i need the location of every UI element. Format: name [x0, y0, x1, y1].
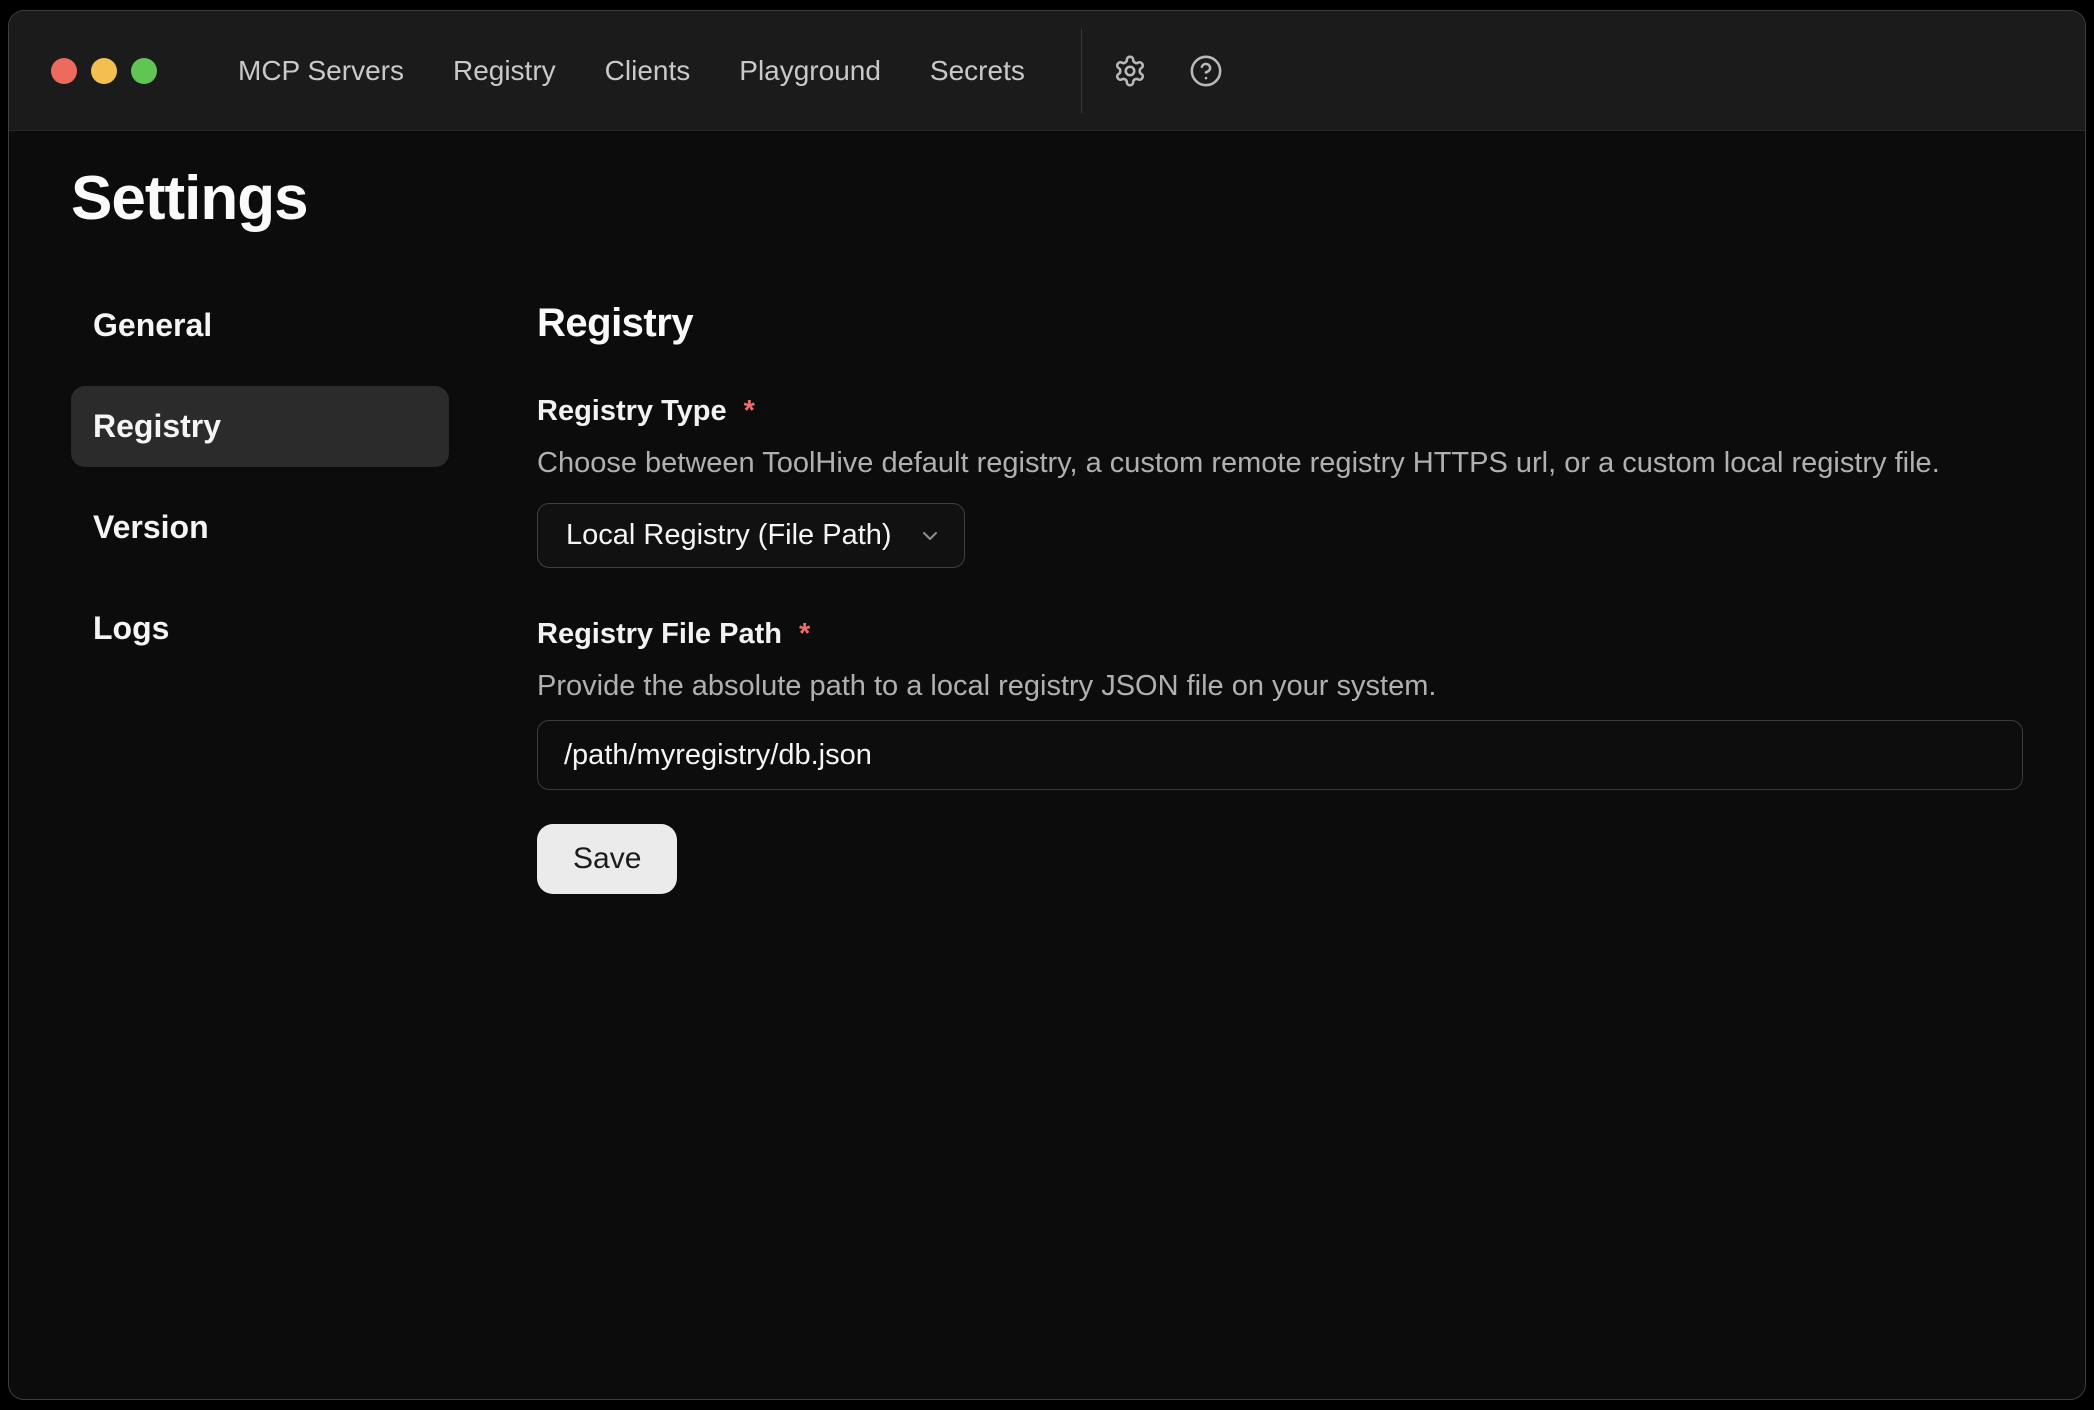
sidebar-item-registry[interactable]: Registry — [71, 386, 449, 467]
help-icon — [1189, 54, 1223, 88]
window-controls — [51, 58, 157, 84]
page-title: Settings — [71, 163, 308, 234]
registry-type-select[interactable]: Local Registry (File Path) — [537, 503, 965, 568]
sidebar-item-general[interactable]: General — [71, 285, 449, 366]
registry-type-label-row: Registry Type * — [537, 393, 2023, 429]
gear-icon — [1113, 54, 1147, 88]
registry-file-path-description: Provide the absolute path to a local reg… — [537, 668, 2023, 704]
nav-item-clients[interactable]: Clients — [605, 55, 691, 87]
registry-file-path-label-row: Registry File Path * — [537, 616, 2023, 652]
titlebar-icons — [1110, 51, 1226, 91]
close-window-button[interactable] — [51, 58, 77, 84]
registry-type-label: Registry Type — [537, 393, 727, 429]
registry-file-path-input[interactable] — [537, 720, 2023, 790]
required-asterisk: * — [799, 618, 810, 651]
registry-file-path-label: Registry File Path — [537, 616, 782, 652]
registry-settings-panel: Registry Registry Type * Choose between … — [537, 299, 2023, 894]
app-window: MCP Servers Registry Clients Playground … — [8, 10, 2086, 1400]
nav-item-registry[interactable]: Registry — [453, 55, 556, 87]
required-asterisk: * — [744, 395, 755, 428]
registry-type-description: Choose between ToolHive default registry… — [537, 445, 2023, 481]
section-title: Registry — [537, 299, 2023, 347]
nav-item-playground[interactable]: Playground — [739, 55, 881, 87]
save-button[interactable]: Save — [537, 824, 677, 894]
minimize-window-button[interactable] — [91, 58, 117, 84]
settings-button[interactable] — [1110, 51, 1150, 91]
main-nav: MCP Servers Registry Clients Playground … — [238, 55, 1025, 87]
sidebar-item-logs[interactable]: Logs — [71, 588, 449, 669]
zoom-window-button[interactable] — [131, 58, 157, 84]
nav-item-mcp-servers[interactable]: MCP Servers — [238, 55, 404, 87]
titlebar: MCP Servers Registry Clients Playground … — [9, 11, 2085, 131]
chevron-down-icon — [918, 524, 942, 548]
titlebar-divider — [1081, 29, 1082, 113]
sidebar-item-version[interactable]: Version — [71, 487, 449, 568]
registry-type-selected-value: Local Registry (File Path) — [566, 519, 892, 552]
nav-item-secrets[interactable]: Secrets — [930, 55, 1025, 87]
settings-sidebar: General Registry Version Logs — [71, 285, 449, 669]
help-button[interactable] — [1186, 51, 1226, 91]
